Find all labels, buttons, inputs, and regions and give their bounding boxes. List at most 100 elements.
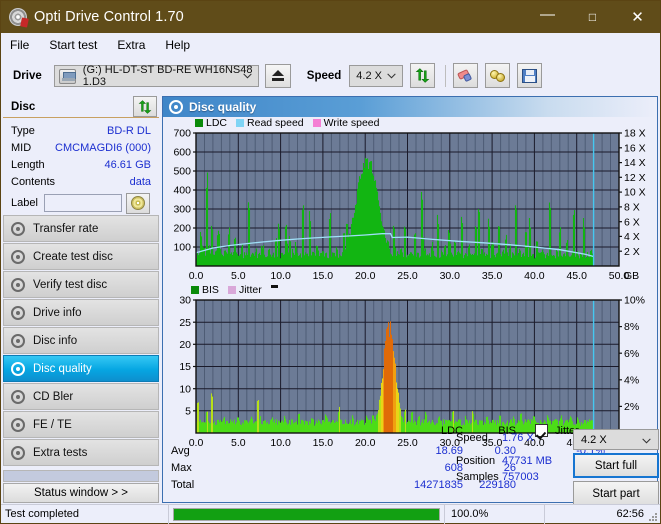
disc-row-contents: Contents data [3,173,159,190]
speed-select[interactable]: 4.2 X [349,64,404,87]
speed-stat-key: Speed [456,432,488,444]
discs-button[interactable] [485,63,511,88]
legend-item-write-speed: Write speed [312,117,380,129]
sidebar-item-disc-quality[interactable]: Disc quality [3,355,159,382]
test-nav-list: Transfer rate Create test disc Verify te… [3,215,159,467]
svg-text:40.0: 40.0 [524,270,545,282]
speed-stat-value: 1.76 X [502,432,534,444]
disc-label-caption: Label [11,197,38,209]
speed-select-value: 4.2 X [356,69,382,82]
panel-header: Disc quality [163,97,657,117]
progress-bar [173,507,440,521]
eject-button[interactable] [264,63,291,88]
menu-file[interactable]: File [10,36,40,54]
svg-text:15: 15 [179,361,191,373]
stats-row-key-max: Max [171,462,192,474]
legend-swatch [312,119,321,127]
disc-icon [11,221,25,236]
sidebar-item-label: Disc info [33,334,78,347]
sidebar-item-drive-info[interactable]: Drive info [3,299,159,326]
svg-text:4%: 4% [624,374,639,386]
chevron-down-icon [642,438,651,444]
sidebar-item-label: Create test disc [33,250,113,263]
close-button[interactable]: ✕ [615,1,660,33]
drive-select[interactable]: (G:) HL-DT-ST BD-RE WH16NS48 1.D3 [53,63,259,88]
svg-text:10: 10 [179,383,191,395]
svg-text:30.0: 30.0 [440,270,461,282]
svg-text:100: 100 [173,242,191,254]
disc-icon [11,361,25,376]
svg-text:700: 700 [173,129,191,140]
sidebar-item-label: FE / TE [33,418,72,431]
disc-icon [11,305,25,320]
disc-icon [11,333,25,348]
legend-label: Read speed [247,117,304,129]
disc-icon [11,417,25,432]
samples-stat-value: 757003 [502,471,539,483]
progress-bar-cell [169,505,444,524]
legend-swatch [191,286,199,294]
disc-label-button[interactable] [125,192,150,214]
disc-row-value: BD-R DL [106,124,151,137]
chevron-down-icon [243,72,252,78]
disc-row-key: MID [11,141,32,154]
status-window-button[interactable]: Status window > > [3,483,159,503]
disc-refresh-button[interactable] [133,96,157,117]
legend-item-read-speed: Read speed [236,117,304,129]
sidebar-item-cd-bler[interactable]: CD Bler [3,383,159,410]
drive-select-value: (G:) HL-DT-ST BD-RE WH16NS48 1.D3 [82,63,253,88]
maximize-button[interactable]: □ [570,1,615,33]
disc-panel-header: Disc [3,96,159,118]
start-part-button[interactable]: Start part [573,481,659,506]
disc-panel-title: Disc [11,100,36,113]
svg-text:25.0: 25.0 [397,270,418,282]
sidebar-item-transfer-rate[interactable]: Transfer rate [3,215,159,242]
erase-button[interactable] [453,63,479,88]
svg-text:400: 400 [173,185,191,197]
mini-disc-icon [130,196,145,210]
sidebar-filler [3,470,159,482]
menu-help[interactable]: Help [165,36,201,54]
stats-header-ldc: LDC [440,425,463,437]
disc-row-value: data [129,175,151,188]
svg-text:2%: 2% [624,401,639,413]
svg-text:4 X: 4 X [624,231,640,243]
disc-row-key: Length [11,158,45,171]
sidebar-item-create-test-disc[interactable]: Create test disc [3,243,159,270]
legend-label: Write speed [323,117,380,129]
disc-row-value: CMCMAGDI6 (000) [55,141,151,154]
run-controls: Speed 1.76 X Position 47731 MB Samples 7… [456,429,660,506]
sidebar-item-label: Drive info [33,306,82,319]
disc-row-value: 46.61 GB [104,158,151,171]
minimize-button[interactable]: — [525,1,570,33]
menu-extra[interactable]: Extra [117,36,156,54]
refresh-drive-button[interactable] [410,63,436,88]
sidebar-item-fe-te[interactable]: FE / TE [3,411,159,438]
svg-text:18 X: 18 X [624,129,646,140]
disc-row-type: Type BD-R DL [3,122,159,139]
position-stat-key: Position [456,455,496,467]
test-speed-select[interactable]: 4.2 X [573,429,659,450]
menu-bar: File Start test Extra Help [1,33,660,56]
window-title: Opti Drive Control 1.70 [34,9,184,25]
sidebar-item-disc-info[interactable]: Disc info [3,327,159,354]
resize-grip-icon[interactable] [647,511,657,521]
legend-label: LDC [206,117,228,129]
svg-text:45.0: 45.0 [566,270,587,282]
sidebar-item-extra-tests[interactable]: Extra tests [3,439,159,466]
eject-icon [271,70,284,81]
svg-text:2 X: 2 X [624,246,640,258]
svg-text:6 X: 6 X [624,216,640,228]
disc-label-input[interactable] [43,194,122,212]
save-button[interactable] [517,63,543,88]
start-full-button[interactable]: Start full [573,453,659,478]
toolbar-divider [445,64,447,87]
sidebar-item-verify-test-disc[interactable]: Verify test disc [3,271,159,298]
legend-item-ldc: LDC [195,117,227,129]
disc-row-mid: MID CMCMAGDI6 (000) [3,139,159,156]
menu-start-test[interactable]: Start test [49,36,108,54]
sidebar-item-label: Disc quality [33,362,92,375]
two-discs-icon [489,69,506,83]
svg-text:15.0: 15.0 [313,270,334,282]
samples-stat-key: Samples [456,471,499,483]
